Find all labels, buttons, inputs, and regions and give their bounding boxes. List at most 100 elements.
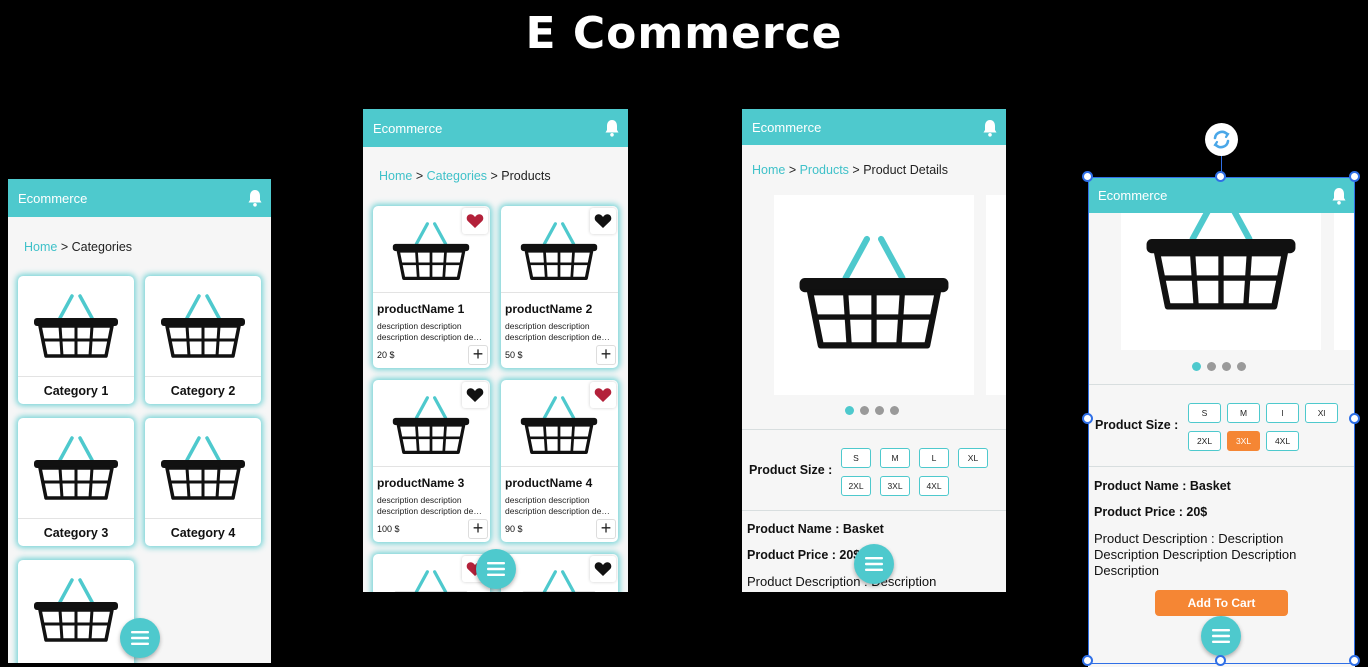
menu-fab[interactable] <box>120 618 160 658</box>
carousel-dot[interactable] <box>1207 362 1216 371</box>
carousel-indicator[interactable] <box>1192 362 1246 371</box>
product-name: productName 1 <box>377 302 465 316</box>
bell-icon[interactable] <box>1331 187 1347 205</box>
bell-icon[interactable] <box>247 189 263 207</box>
carousel-dot[interactable] <box>1237 362 1246 371</box>
menu-fab[interactable] <box>854 544 894 584</box>
plus-icon: + <box>472 518 484 538</box>
resize-handle[interactable] <box>1082 171 1093 182</box>
favorite-button[interactable] <box>462 382 488 408</box>
size-option-selected[interactable]: 3XL <box>1227 431 1260 451</box>
category-card[interactable]: Category 1 <box>18 276 134 404</box>
menu-icon <box>865 557 883 571</box>
product-card[interactable]: productName 1 description description de… <box>373 206 490 368</box>
add-button[interactable]: + <box>596 345 616 365</box>
size-option[interactable]: 2XL <box>1188 431 1221 451</box>
size-option[interactable]: 4XL <box>919 476 949 496</box>
category-card[interactable]: Category 4 <box>145 418 261 546</box>
products-screen: Ecommerce Home > Categories > Products p… <box>363 109 628 592</box>
favorite-button[interactable] <box>590 556 616 582</box>
card-divider <box>501 292 618 293</box>
size-option[interactable]: M <box>880 448 910 468</box>
breadcrumb: Home > Products > Product Details <box>752 163 948 177</box>
product-description: description description description <box>505 506 614 516</box>
breadcrumb-products-link[interactable]: Products <box>800 163 849 177</box>
bell-icon[interactable] <box>982 119 998 137</box>
favorite-button[interactable] <box>462 208 488 234</box>
page-title: E Commerce <box>525 8 843 59</box>
size-option[interactable]: l <box>1266 403 1299 423</box>
breadcrumb-current: Products <box>501 169 551 183</box>
breadcrumb-home-link[interactable]: Home <box>24 240 57 254</box>
categories-screen: Ecommerce Home > Categories Category 1 C… <box>8 179 271 663</box>
basket-icon <box>34 294 118 358</box>
resize-handle[interactable] <box>1082 655 1093 666</box>
product-name: productName 3 <box>377 476 465 490</box>
product-card[interactable]: productName 2 description description de… <box>501 206 618 368</box>
heart-icon <box>594 214 612 228</box>
bell-icon[interactable] <box>604 119 620 137</box>
category-name: Category 3 <box>43 526 109 540</box>
breadcrumb-categories-link[interactable]: Categories <box>427 169 487 183</box>
menu-fab[interactable] <box>476 549 516 589</box>
size-option[interactable]: S <box>841 448 871 468</box>
product-price: 90 $ <box>505 524 523 534</box>
section-divider <box>1088 466 1355 467</box>
size-option[interactable]: M <box>1227 403 1260 423</box>
resize-handle[interactable] <box>1082 413 1093 424</box>
app-bar: Ecommerce <box>8 179 271 217</box>
product-card[interactable]: productName 3 description description de… <box>373 380 490 542</box>
category-card[interactable]: Category 3 <box>18 418 134 546</box>
section-divider <box>742 429 1006 430</box>
app-title: Ecommerce <box>752 119 822 135</box>
breadcrumb-home-link[interactable]: Home <box>752 163 785 177</box>
size-option[interactable]: XL <box>958 448 988 468</box>
add-to-cart-button[interactable]: Add To Cart <box>1155 590 1288 616</box>
carousel-indicator[interactable] <box>845 406 899 415</box>
card-divider <box>18 376 134 377</box>
rotate-handle[interactable] <box>1205 123 1238 156</box>
size-option[interactable]: Xl <box>1305 403 1338 423</box>
carousel-dot[interactable] <box>1192 362 1201 371</box>
add-button[interactable]: + <box>468 345 488 365</box>
product-image-carousel[interactable] <box>774 195 974 395</box>
carousel-dot[interactable] <box>890 406 899 415</box>
breadcrumb-separator: > <box>487 169 502 183</box>
add-button[interactable]: + <box>468 519 488 539</box>
menu-fab[interactable] <box>1201 616 1241 656</box>
product-card[interactable]: productName 4 description description de… <box>501 380 618 542</box>
resize-handle[interactable] <box>1349 655 1360 666</box>
size-option[interactable]: L <box>919 448 949 468</box>
resize-handle[interactable] <box>1215 655 1226 666</box>
resize-handle[interactable] <box>1349 413 1360 424</box>
carousel-dot[interactable] <box>875 406 884 415</box>
product-card[interactable] <box>501 554 618 592</box>
rotate-icon <box>1213 130 1230 149</box>
product-description: description description <box>377 495 462 505</box>
product-card[interactable] <box>373 554 490 592</box>
breadcrumb-current: Product Details <box>863 163 948 177</box>
breadcrumb-home-link[interactable]: Home <box>379 169 412 183</box>
plus-icon: + <box>472 344 484 364</box>
carousel-dot[interactable] <box>1222 362 1231 371</box>
size-option[interactable]: S <box>1188 403 1221 423</box>
size-option[interactable]: 2XL <box>841 476 871 496</box>
product-description-line: Description Description Description <box>1094 547 1297 562</box>
plus-icon: + <box>600 518 612 538</box>
app-bar: Ecommerce <box>363 109 628 147</box>
category-name: Category 2 <box>170 384 236 398</box>
product-details-scrolled-screen[interactable]: Ecommerce Product Size : S M l Xl 2XL 3X… <box>1088 177 1355 667</box>
size-option[interactable]: 3XL <box>880 476 910 496</box>
carousel-dot[interactable] <box>860 406 869 415</box>
category-card[interactable]: Category 2 <box>145 276 261 404</box>
size-option[interactable]: 4XL <box>1266 431 1299 451</box>
resize-handle[interactable] <box>1349 171 1360 182</box>
card-divider <box>145 518 261 519</box>
card-divider <box>373 292 490 293</box>
favorite-button[interactable] <box>590 382 616 408</box>
carousel-dot[interactable] <box>845 406 854 415</box>
add-button[interactable]: + <box>596 519 616 539</box>
category-card[interactable] <box>18 560 134 663</box>
resize-handle[interactable] <box>1215 171 1226 182</box>
favorite-button[interactable] <box>590 208 616 234</box>
